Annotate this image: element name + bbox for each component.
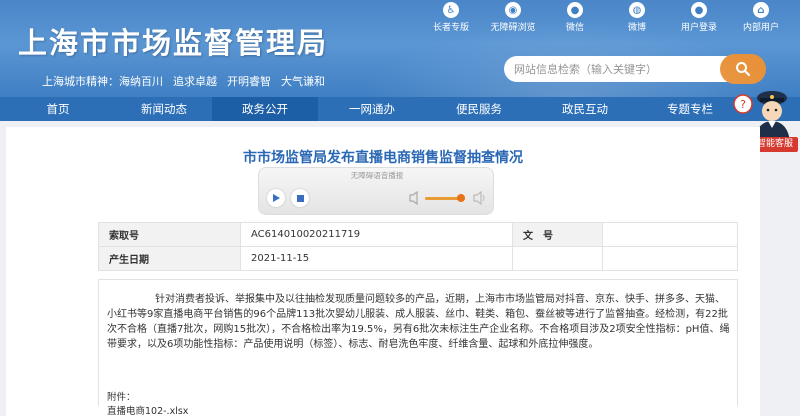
volume-slider-handle[interactable] xyxy=(457,194,465,202)
top-link-wechat[interactable]: ● 微信 xyxy=(544,2,606,33)
article-title: 市市场监管局发布直播电商销售监督抽查情况 xyxy=(243,150,523,166)
top-link-label: 无障碍浏览 xyxy=(490,23,536,33)
city-spirit-label: 上海城市精神： xyxy=(42,75,119,88)
top-link-label: 微博 xyxy=(627,23,646,33)
search-box xyxy=(504,54,766,84)
accessibility-icon: ◉ xyxy=(505,2,521,18)
nav-item-news[interactable]: 新闻动态 xyxy=(116,97,212,121)
meta-empty-label xyxy=(512,246,603,271)
meta-index-label: 索取号 xyxy=(98,222,241,247)
nav-item-one-network[interactable]: 一网通办 xyxy=(318,97,426,121)
city-spirit-item: 大气谦和 xyxy=(281,75,325,88)
city-spirit-item: 追求卓越 xyxy=(173,75,217,88)
nav-item-topics[interactable]: 专题专栏 xyxy=(638,97,742,121)
meta-empty-value xyxy=(602,246,738,271)
meta-date-label: 产生日期 xyxy=(98,246,241,271)
attachment-label: 附件： xyxy=(107,392,136,403)
site-title[interactable]: 上海市市场监督管理局 xyxy=(18,20,328,62)
player-label: 无障碍语音播报 xyxy=(350,171,404,180)
main-nav: 首页 新闻动态 政务公开 一网通办 便民服务 政民互动 专题专栏 xyxy=(0,97,800,121)
user-icon: ● xyxy=(691,2,707,18)
weibo-icon: ◍ xyxy=(629,2,645,18)
article-body: 针对消费者投诉、举报集中及以往抽检发现质量问题较多的产品，近期，上海市市场监管局… xyxy=(98,279,738,416)
top-link-label: 用户登录 xyxy=(680,23,717,33)
article-body-text: 针对消费者投诉、举报集中及以往抽检发现质量问题较多的产品，近期，上海市市场监管局… xyxy=(107,294,730,350)
play-button[interactable] xyxy=(267,189,285,207)
search-button[interactable] xyxy=(720,54,766,84)
stop-icon xyxy=(296,194,304,202)
site-header: 上海市市场监督管理局 上海城市精神：海纳百川 追求卓越 开明睿智 大气谦和 ♿ 长者专… xyxy=(0,0,800,97)
nav-item-gov-affairs[interactable]: 政务公开 xyxy=(212,97,318,121)
document-meta-table: 索取号 AC614010020211719 文 号 产生日期 2021-11-1… xyxy=(98,222,738,271)
top-link-label: 长者专版 xyxy=(432,23,469,33)
search-input[interactable] xyxy=(514,60,712,78)
nav-item-interaction[interactable]: 政民互动 xyxy=(532,97,638,121)
meta-doc-value xyxy=(602,222,738,247)
nav-item-services[interactable]: 便民服务 xyxy=(426,97,532,121)
nav-item-home[interactable]: 首页 xyxy=(0,97,116,121)
play-icon xyxy=(273,194,280,202)
attachment-link[interactable]: 直播电商102-.xlsx xyxy=(107,403,188,416)
search-icon xyxy=(736,62,751,77)
meta-doc-label: 文 号 xyxy=(512,222,603,247)
stop-button[interactable] xyxy=(291,189,309,207)
top-link-weibo[interactable]: ◍ 微博 xyxy=(606,2,668,33)
meta-index-value: AC614010020211719 xyxy=(240,222,513,247)
volume-max-icon[interactable] xyxy=(473,191,487,205)
internal-user-icon: ⌂ xyxy=(753,2,769,18)
top-links: ♿ 长者专版 ◉ 无障碍浏览 ● 微信 ◍ 微博 ● 用户登录 ⌂ 内部用户 xyxy=(420,2,792,33)
audio-player: 无障碍语音播报 xyxy=(258,167,494,215)
volume-icon[interactable] xyxy=(409,191,421,205)
top-link-accessibility[interactable]: ◉ 无障碍浏览 xyxy=(482,2,544,33)
svg-text:?: ? xyxy=(740,98,746,111)
city-spirit: 上海城市精神：海纳百川 追求卓越 开明睿智 大气谦和 xyxy=(42,73,335,89)
top-link-label: 内部用户 xyxy=(742,23,779,33)
article-panel: 市市场监管局发布直播电商销售监督抽查情况 无障碍语音播报 索取号 AC61401… xyxy=(6,127,760,416)
city-spirit-item: 海纳百川 xyxy=(119,75,163,88)
wechat-icon: ● xyxy=(567,2,583,18)
top-link-label: 微信 xyxy=(565,23,584,33)
top-link-elder[interactable]: ♿ 长者专版 xyxy=(420,2,482,33)
elder-icon: ♿ xyxy=(443,2,459,18)
top-link-internal[interactable]: ⌂ 内部用户 xyxy=(730,2,792,33)
city-spirit-item: 开明睿智 xyxy=(227,75,271,88)
meta-date-value: 2021-11-15 xyxy=(240,246,513,271)
top-link-login[interactable]: ● 用户登录 xyxy=(668,2,730,33)
